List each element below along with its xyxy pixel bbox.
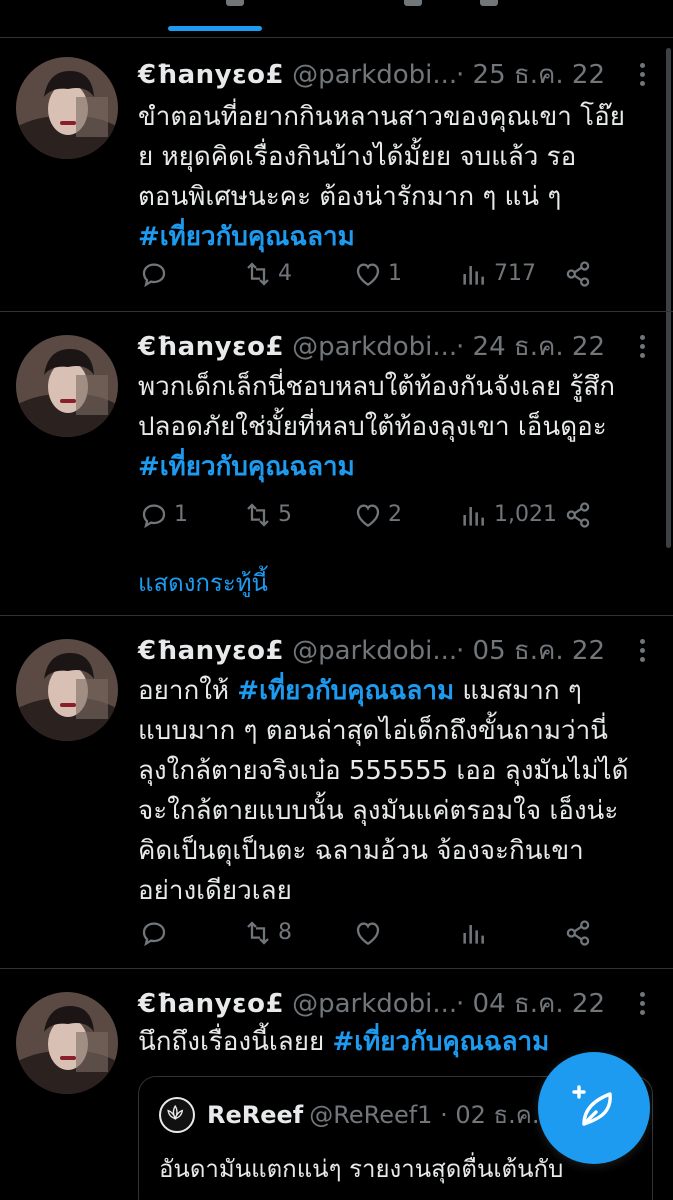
views-button[interactable]: 1,021 [458, 495, 557, 535]
quoted-avatar[interactable] [159, 1097, 195, 1133]
view-count: 717 [494, 261, 536, 286]
retweet-count: 8 [278, 920, 292, 945]
display-name[interactable]: €ħanyεo£ [138, 332, 284, 362]
tweet-header: €ħanyεo£ @parkdobi... · 05 ธ.ค. 22 [138, 633, 658, 669]
more-icon[interactable] [636, 990, 648, 1018]
avatar[interactable] [16, 639, 118, 741]
quoted-header: ReReef @ReReef1 · 02 ธ.ค. [207, 1095, 539, 1135]
more-icon[interactable] [636, 61, 648, 89]
tweet-text-content: พวกเด็กเล็กนี่ชอบหลบใต้ท้องกันจังเลย รู้… [138, 372, 616, 442]
retweet-button[interactable]: 5 [242, 495, 292, 535]
heart-icon [356, 922, 380, 945]
lotus-logo-icon [167, 1104, 184, 1121]
hashtag-link[interactable]: #เที่ยวกับคุณฉลาม [332, 1027, 549, 1057]
show-thread-link[interactable]: แสดงกระทู้นี้ [138, 563, 268, 602]
quoted-text: อันดามันแตกแน่ๆ รายงานสุดตื่นเต้นกับ [159, 1155, 564, 1183]
compose-button[interactable] [538, 1052, 650, 1164]
tweet-text: อยากให้ #เที่ยวกับคุณฉลาม แมสมาก ๆ แบบมา… [138, 671, 658, 911]
view-count: 1,021 [494, 502, 557, 527]
handle[interactable]: @parkdobi... [292, 636, 457, 666]
tab-fragment[interactable] [226, 0, 244, 6]
retweet-count: 5 [278, 502, 292, 527]
reply-icon [142, 504, 166, 529]
reply-icon [142, 922, 166, 947]
hashtag-link[interactable]: #เที่ยวกับคุณฉลาม [138, 222, 355, 252]
quoted-display-name[interactable]: ReReef [207, 1101, 303, 1129]
analytics-icon [463, 925, 484, 944]
reply-button[interactable]: 1 [138, 495, 188, 535]
like-button[interactable]: 1 [352, 254, 402, 294]
avatar-image [16, 639, 118, 741]
display-name[interactable]: €ħanyεo£ [138, 60, 284, 90]
tweet[interactable]: €ħanyεo£ @parkdobi... · 25 ธ.ค. 22 ขำตอนท… [0, 39, 673, 312]
quoted-handle[interactable]: @ReReef1 · 02 ธ.ค. [309, 1101, 539, 1129]
avatar[interactable] [16, 992, 118, 1094]
tweet[interactable]: €ħanyεo£ @parkdobi... · 24 ธ.ค. 22 พวกเด็… [0, 313, 673, 616]
display-name[interactable]: €ħanyεo£ [138, 989, 284, 1019]
reply-button[interactable] [138, 254, 174, 294]
tweet[interactable]: €ħanyεo£ @parkdobi... · 05 ธ.ค. 22 อยากให… [0, 617, 673, 969]
timestamp[interactable]: · 24 ธ.ค. 22 [456, 329, 605, 365]
timestamp[interactable]: · 05 ธ.ค. 22 [456, 633, 605, 669]
tweet-header: €ħanyεo£ @parkdobi... · 25 ธ.ค. 22 [138, 57, 658, 93]
avatar[interactable] [16, 57, 118, 159]
active-tab-indicator [168, 26, 262, 31]
share-icon [566, 261, 590, 287]
tweet-actions: 4 1 717 [138, 254, 658, 294]
share-button[interactable] [562, 254, 594, 294]
share-button[interactable] [562, 913, 594, 953]
handle[interactable]: @parkdobi... [292, 60, 457, 90]
top-tab-bar [0, 0, 673, 38]
tweet-text-content: อยากให้ [138, 676, 238, 706]
share-button[interactable] [562, 495, 594, 535]
tab-fragment[interactable] [480, 0, 498, 6]
tweet-text-content: แมสมาก ๆ แบบมาก ๆ ตอนล่าสุดไอ่เด็กถึงขั้… [138, 676, 629, 906]
hashtag-link[interactable]: #เที่ยวกับคุณฉลาม [237, 676, 454, 706]
avatar-image [16, 992, 118, 1094]
reply-count: 1 [174, 502, 188, 527]
compose-icon [572, 1085, 612, 1126]
avatar-image [16, 57, 118, 159]
tweet-text-content: นึกถึงเรื่องนี้เลยย [138, 1027, 333, 1057]
retweet-button[interactable]: 4 [242, 254, 292, 294]
handle[interactable]: @parkdobi... [292, 989, 457, 1019]
avatar[interactable] [16, 335, 118, 437]
retweet-icon [247, 262, 269, 286]
tweet-text: ขำตอนที่อยากกินหลานสาวของคุณเขา โอ๊ย ย ห… [138, 97, 658, 257]
retweet-button[interactable]: 8 [242, 913, 292, 953]
analytics-icon [463, 266, 484, 285]
heart-icon [356, 504, 380, 527]
retweet-count: 4 [278, 261, 292, 286]
tab-fragment[interactable] [404, 0, 422, 6]
like-count: 1 [388, 261, 402, 286]
reply-button[interactable] [138, 913, 174, 953]
avatar-image [16, 335, 118, 437]
heart-icon [356, 263, 380, 286]
share-icon [566, 502, 590, 528]
tweet-header: €ħanyεo£ @parkdobi... · 04 ธ.ค. 22 [138, 986, 658, 1022]
handle[interactable]: @parkdobi... [292, 332, 457, 362]
analytics-icon [463, 507, 484, 526]
timestamp[interactable]: · 25 ธ.ค. 22 [456, 57, 605, 93]
like-button[interactable] [352, 913, 388, 953]
more-icon[interactable] [636, 333, 648, 361]
retweet-icon [247, 921, 269, 945]
tweet-header: €ħanyεo£ @parkdobi... · 24 ธ.ค. 22 [138, 329, 658, 365]
more-icon[interactable] [636, 637, 648, 665]
like-count: 2 [388, 502, 402, 527]
tweet-text-content: ขำตอนที่อยากกินหลานสาวของคุณเขา โอ๊ย ย ห… [138, 102, 625, 212]
hashtag-link[interactable]: #เที่ยวกับคุณฉลาม [138, 452, 355, 482]
reply-icon [142, 263, 166, 288]
timestamp[interactable]: · 04 ธ.ค. 22 [456, 986, 605, 1022]
tweet-actions: 1 5 2 1,021 [138, 495, 658, 535]
views-button[interactable]: 717 [458, 254, 536, 294]
tweet-text: พวกเด็กเล็กนี่ชอบหลบใต้ท้องกันจังเลย รู้… [138, 367, 658, 487]
display-name[interactable]: €ħanyεo£ [138, 636, 284, 666]
share-icon [566, 920, 590, 946]
like-button[interactable]: 2 [352, 495, 402, 535]
views-button[interactable] [458, 913, 494, 953]
tweet-actions: 8 [138, 913, 658, 953]
retweet-icon [247, 503, 269, 527]
